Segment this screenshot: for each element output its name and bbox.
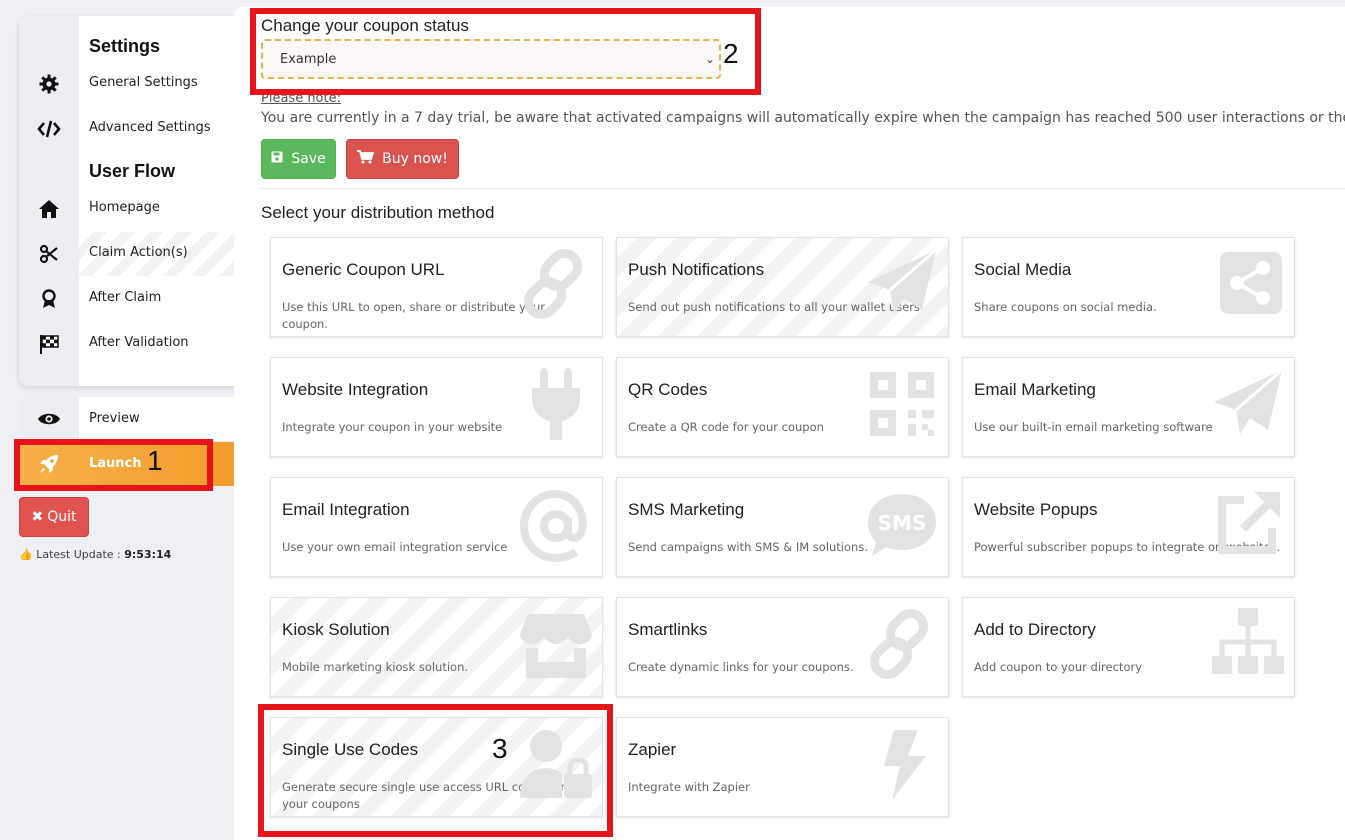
sidebar-item-after-validation[interactable]: After Validation: [19, 322, 244, 366]
home-icon: [37, 199, 61, 219]
link-icon: [869, 608, 929, 680]
sms-icon: SMS: [868, 494, 936, 556]
card-email-marketing[interactable]: Email Marketing Use our built-in email m…: [962, 357, 1295, 457]
note-title: Please note:: [261, 91, 341, 106]
sidebar-item-label: After Validation: [89, 335, 189, 350]
card-email-integration[interactable]: Email Integration Use your own email int…: [270, 477, 603, 577]
card-title: Website Integration: [282, 380, 429, 399]
card-smartlinks[interactable]: Smartlinks Create dynamic links for your…: [616, 597, 949, 697]
quit-button[interactable]: ✖ Quit: [19, 497, 89, 537]
card-title: Social Media: [974, 260, 1072, 279]
coupon-status-value: Example: [280, 51, 337, 67]
card-title: Single Use Codes: [282, 740, 419, 759]
qrcode-icon: [870, 372, 934, 436]
trial-note: You are currently in a 7 day trial, be a…: [261, 110, 1345, 126]
launch-button[interactable]: Launch: [19, 442, 244, 486]
annotation-number-1: 1: [147, 445, 163, 476]
card-title: Kiosk Solution: [282, 620, 390, 639]
sitemap-icon: [1212, 608, 1284, 674]
card-push-notifications[interactable]: Push Notifications Send out push notific…: [616, 237, 949, 337]
external-link-icon: [1218, 492, 1280, 554]
buy-now-button[interactable]: Buy now!: [346, 139, 459, 179]
coupon-status-select[interactable]: Example ⌄: [261, 39, 721, 79]
quit-label: Quit: [47, 509, 77, 525]
card-title: SMS Marketing: [628, 500, 745, 519]
card-add-to-directory[interactable]: Add to Directory Add coupon to your dire…: [962, 597, 1295, 697]
annotation-number-2: 2: [723, 38, 739, 69]
card-sms-marketing[interactable]: SMS Marketing Send campaigns with SMS & …: [616, 477, 949, 577]
save-label: Save: [291, 151, 326, 167]
card-title: Zapier: [628, 740, 677, 759]
floppy-disk-icon: [271, 151, 283, 167]
scissors-icon: [37, 244, 61, 264]
latest-update-label: Latest Update :: [36, 548, 121, 561]
sidebar-item-preview[interactable]: Preview: [19, 397, 244, 441]
annotation-number-3: 3: [492, 733, 508, 764]
sidebar-item-claim-actions[interactable]: Claim Action(s): [79, 232, 244, 276]
card-title: Add to Directory: [974, 620, 1096, 639]
chevron-down-icon: ⌄: [704, 52, 715, 66]
link-icon: [523, 248, 583, 320]
card-title: Email Integration: [282, 500, 410, 519]
card-title: Email Marketing: [974, 380, 1096, 399]
svg-text:SMS: SMS: [878, 511, 927, 535]
card-zapier[interactable]: Zapier Integrate with Zapier: [616, 717, 949, 817]
sidebar-item-after-claim[interactable]: After Claim: [19, 277, 244, 321]
sidebar-item-label: Claim Action(s): [89, 245, 188, 260]
preview-label: Preview: [89, 411, 140, 426]
at-icon: [519, 489, 587, 562]
shopping-cart-icon: [357, 150, 375, 168]
latest-update-time: 9:53:14: [124, 548, 172, 561]
coupon-status-label: Change your coupon status: [261, 16, 469, 35]
paper-plane-icon: [1214, 368, 1283, 434]
eye-icon: [19, 397, 79, 441]
buy-now-label: Buy now!: [382, 151, 448, 167]
share-icon: [1220, 252, 1282, 314]
bolt-icon: [884, 730, 926, 800]
code-icon: [37, 119, 61, 139]
sidebar-menu: Settings General Settings Advanced Setti…: [19, 16, 244, 386]
sidebar-item-label: Homepage: [89, 200, 160, 215]
scissors-icon-cell: [19, 232, 79, 276]
award-icon: [37, 289, 61, 309]
card-title: Smartlinks: [628, 620, 708, 639]
sidebar-item-label: After Claim: [89, 290, 162, 305]
user-lock-icon: [520, 730, 592, 798]
card-title: Push Notifications: [628, 260, 765, 279]
sidebar-item-general-settings[interactable]: General Settings: [19, 62, 244, 106]
latest-update: 👍 Latest Update : 9:53:14: [19, 548, 171, 561]
card-generic-coupon-url[interactable]: Generic Coupon URL Use this URL to open,…: [270, 237, 603, 337]
paper-plane-icon: [868, 248, 937, 314]
rocket-icon: [19, 442, 79, 486]
sidebar-item-advanced-settings[interactable]: Advanced Settings: [19, 107, 244, 151]
card-website-integration[interactable]: Website Integration Integrate your coupo…: [270, 357, 603, 457]
card-title: QR Codes: [628, 380, 708, 399]
settings-heading: Settings: [89, 36, 161, 56]
sidebar-item-homepage[interactable]: Homepage: [19, 187, 244, 231]
card-website-popups[interactable]: Website Popups Powerful subscriber popup…: [962, 477, 1295, 577]
store-icon: [520, 614, 592, 678]
plug-icon: [532, 368, 580, 440]
user-flow-heading: User Flow: [89, 161, 176, 181]
card-single-use-codes[interactable]: Single Use Codes Generate secure single …: [270, 717, 603, 817]
card-kiosk-solution[interactable]: Kiosk Solution Mobile marketing kiosk so…: [270, 597, 603, 697]
close-icon: ✖: [31, 509, 44, 525]
sidebar-item-label: Advanced Settings: [89, 120, 211, 135]
gear-icon: [37, 74, 61, 94]
divider: [261, 188, 1345, 189]
distribution-title: Select your distribution method: [261, 203, 495, 222]
card-title: Generic Coupon URL: [282, 260, 445, 279]
launch-label: Launch: [89, 456, 142, 471]
thumbs-up-icon: 👍: [19, 548, 33, 561]
card-qr-codes[interactable]: QR Codes Create a QR code for your coupo…: [616, 357, 949, 457]
card-social-media[interactable]: Social Media Share coupons on social med…: [962, 237, 1295, 337]
save-button[interactable]: Save: [261, 139, 336, 179]
card-title: Website Popups: [974, 500, 1098, 519]
sidebar-item-label: General Settings: [89, 75, 198, 90]
checkered-flag-icon: [37, 334, 61, 354]
